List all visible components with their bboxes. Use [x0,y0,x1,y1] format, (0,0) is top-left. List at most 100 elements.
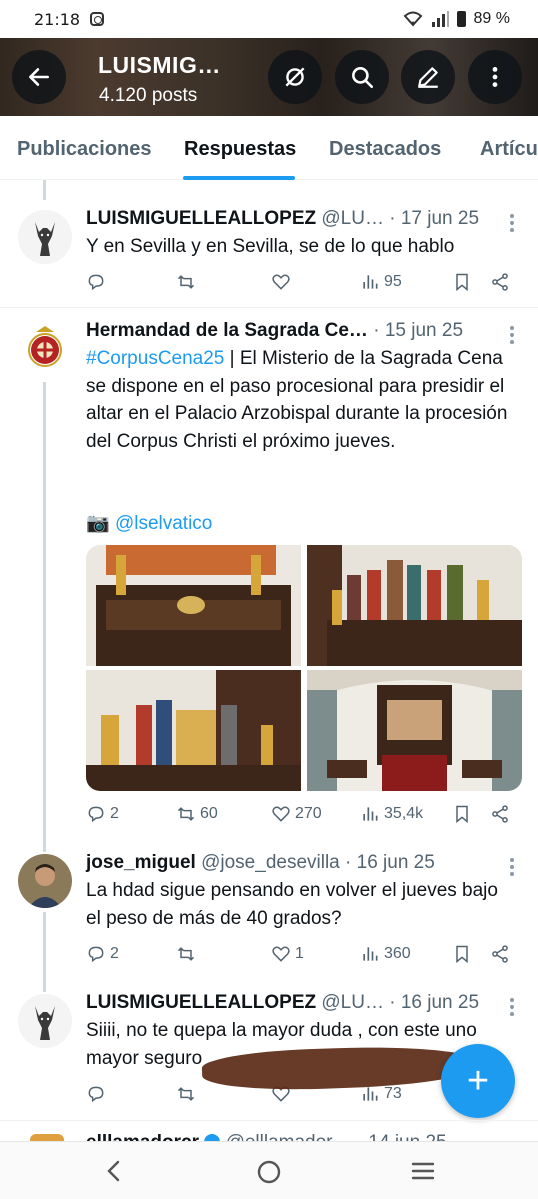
credit-mention[interactable]: @lselvatico [115,513,212,534]
tweet-actions: 2 1 360 [86,944,516,970]
procession-float-photo [86,670,301,791]
avatar[interactable] [30,1134,64,1141]
retweet-button[interactable]: 60 [176,804,218,824]
views-count: 35,4k [384,805,424,822]
active-tab-indicator [183,176,295,180]
grok-button[interactable] [268,50,322,104]
media-grid [86,545,522,791]
compose-button[interactable] [401,50,455,104]
like-button[interactable]: 270 [271,804,322,824]
share-icon [492,945,508,963]
retweet-button[interactable] [176,1084,196,1104]
compose-fab-button[interactable]: + [441,1044,515,1118]
tweet-actions: 95 [86,272,516,298]
arrow-left-icon [29,68,49,86]
like-count: 270 [295,805,322,822]
tweet-more-button[interactable] [510,858,514,879]
reply-count: 2 [110,805,119,822]
retweet-button[interactable] [176,944,196,964]
bookmark-icon [456,945,468,964]
back-button[interactable] [12,50,66,104]
reply-icon [88,274,104,291]
share-button[interactable] [490,272,510,292]
divider [0,1120,538,1121]
hashtag-link[interactable]: #CorpusCena25 [86,348,224,369]
analytics-icon [363,275,378,289]
heart-icon [272,806,290,822]
tweet-more-button[interactable] [510,998,514,1019]
plus-icon: + [466,1059,490,1102]
bookmark-button[interactable] [452,804,472,824]
tweet-date[interactable]: · 15 jun 25 [373,320,463,341]
avatar[interactable] [18,320,72,374]
signal-icon [431,11,449,27]
wifi-icon [403,11,422,27]
profile-name: LUISMIG… [98,52,221,78]
author-handle[interactable]: @LU… [321,208,384,229]
tab-respuestas[interactable]: Respuestas [184,138,296,161]
reply-button[interactable]: 2 [86,944,119,964]
grok-icon [285,67,305,87]
like-button[interactable] [271,272,291,292]
share-button[interactable] [490,804,510,824]
bookmark-button[interactable] [452,272,472,292]
search-button[interactable] [335,50,389,104]
thread-line [43,912,46,992]
tweet-date[interactable]: · 16 jun 25 [345,852,435,873]
bookmark-button[interactable] [452,944,472,964]
avatar[interactable] [18,994,72,1048]
author-handle[interactable]: @LU… [321,992,384,1013]
tweet-date[interactable]: · 17 jun 25 [389,208,479,229]
recents-nav-icon[interactable] [410,1159,436,1183]
tweet-date[interactable]: · 16 jun 25 [389,992,479,1013]
views-count: 95 [384,273,402,290]
author-name[interactable]: jose_miguel [86,852,196,873]
avatar[interactable] [18,210,72,264]
retweet-button[interactable] [176,272,196,292]
tab-articulos[interactable]: Artícu [480,138,538,161]
tweet-text: #CorpusCena25 | El Misterio de la Sagrad… [86,345,516,455]
media-photo[interactable] [86,545,301,666]
reply-icon [88,1086,104,1103]
user-photo-avatar [18,854,72,908]
reply-button[interactable] [86,1084,106,1104]
avatar[interactable] [18,854,72,908]
author-handle[interactable]: @jose_desevilla [201,852,340,873]
tab-destacados[interactable]: Destacados [329,138,441,161]
media-photo[interactable] [307,670,522,791]
author-handle[interactable]: @elllamador… [226,1132,352,1141]
retweet-count: 60 [200,805,218,822]
post-count: 4.120 posts [99,85,198,106]
author-name[interactable]: Hermandad de la Sagrada Ce… [86,320,368,341]
heart-icon [272,946,290,962]
thread-line [43,180,46,200]
pencil-icon [418,67,438,88]
reply-button[interactable]: 2 [86,804,119,824]
views-button[interactable]: 360 [360,944,411,964]
share-icon [492,805,508,823]
share-button[interactable] [490,944,510,964]
media-photo[interactable] [307,545,522,666]
share-icon [492,273,508,291]
more-vertical-icon [492,67,498,87]
back-nav-icon[interactable] [104,1159,124,1183]
author-name[interactable]: elllamadorcr [86,1132,199,1141]
tweet-more-button[interactable] [510,326,514,347]
views-button[interactable]: 35,4k [360,804,423,824]
reply-button[interactable] [86,272,106,292]
more-options-button[interactable] [468,50,522,104]
author-name[interactable]: LUISMIGUELLEALLOPEZ [86,208,316,229]
divider [0,307,538,308]
reply-count: 2 [110,945,119,962]
media-photo[interactable] [86,670,301,791]
tweet-date[interactable]: · 14 jun 25 [357,1132,447,1141]
tweet-text: Y en Sevilla y en Sevilla, se de lo que … [86,236,455,257]
tweet-more-button[interactable] [510,214,514,235]
views-button[interactable]: 95 [360,272,402,292]
tab-publicaciones[interactable]: Publicaciones [17,138,152,161]
like-button[interactable]: 1 [271,944,304,964]
home-nav-icon[interactable] [256,1159,282,1185]
tweet[interactable]: elllamadorcr @elllamador… · 14 jun 25 [0,1128,538,1141]
procession-float-photo [307,670,522,791]
author-name[interactable]: LUISMIGUELLEALLOPEZ [86,992,316,1013]
